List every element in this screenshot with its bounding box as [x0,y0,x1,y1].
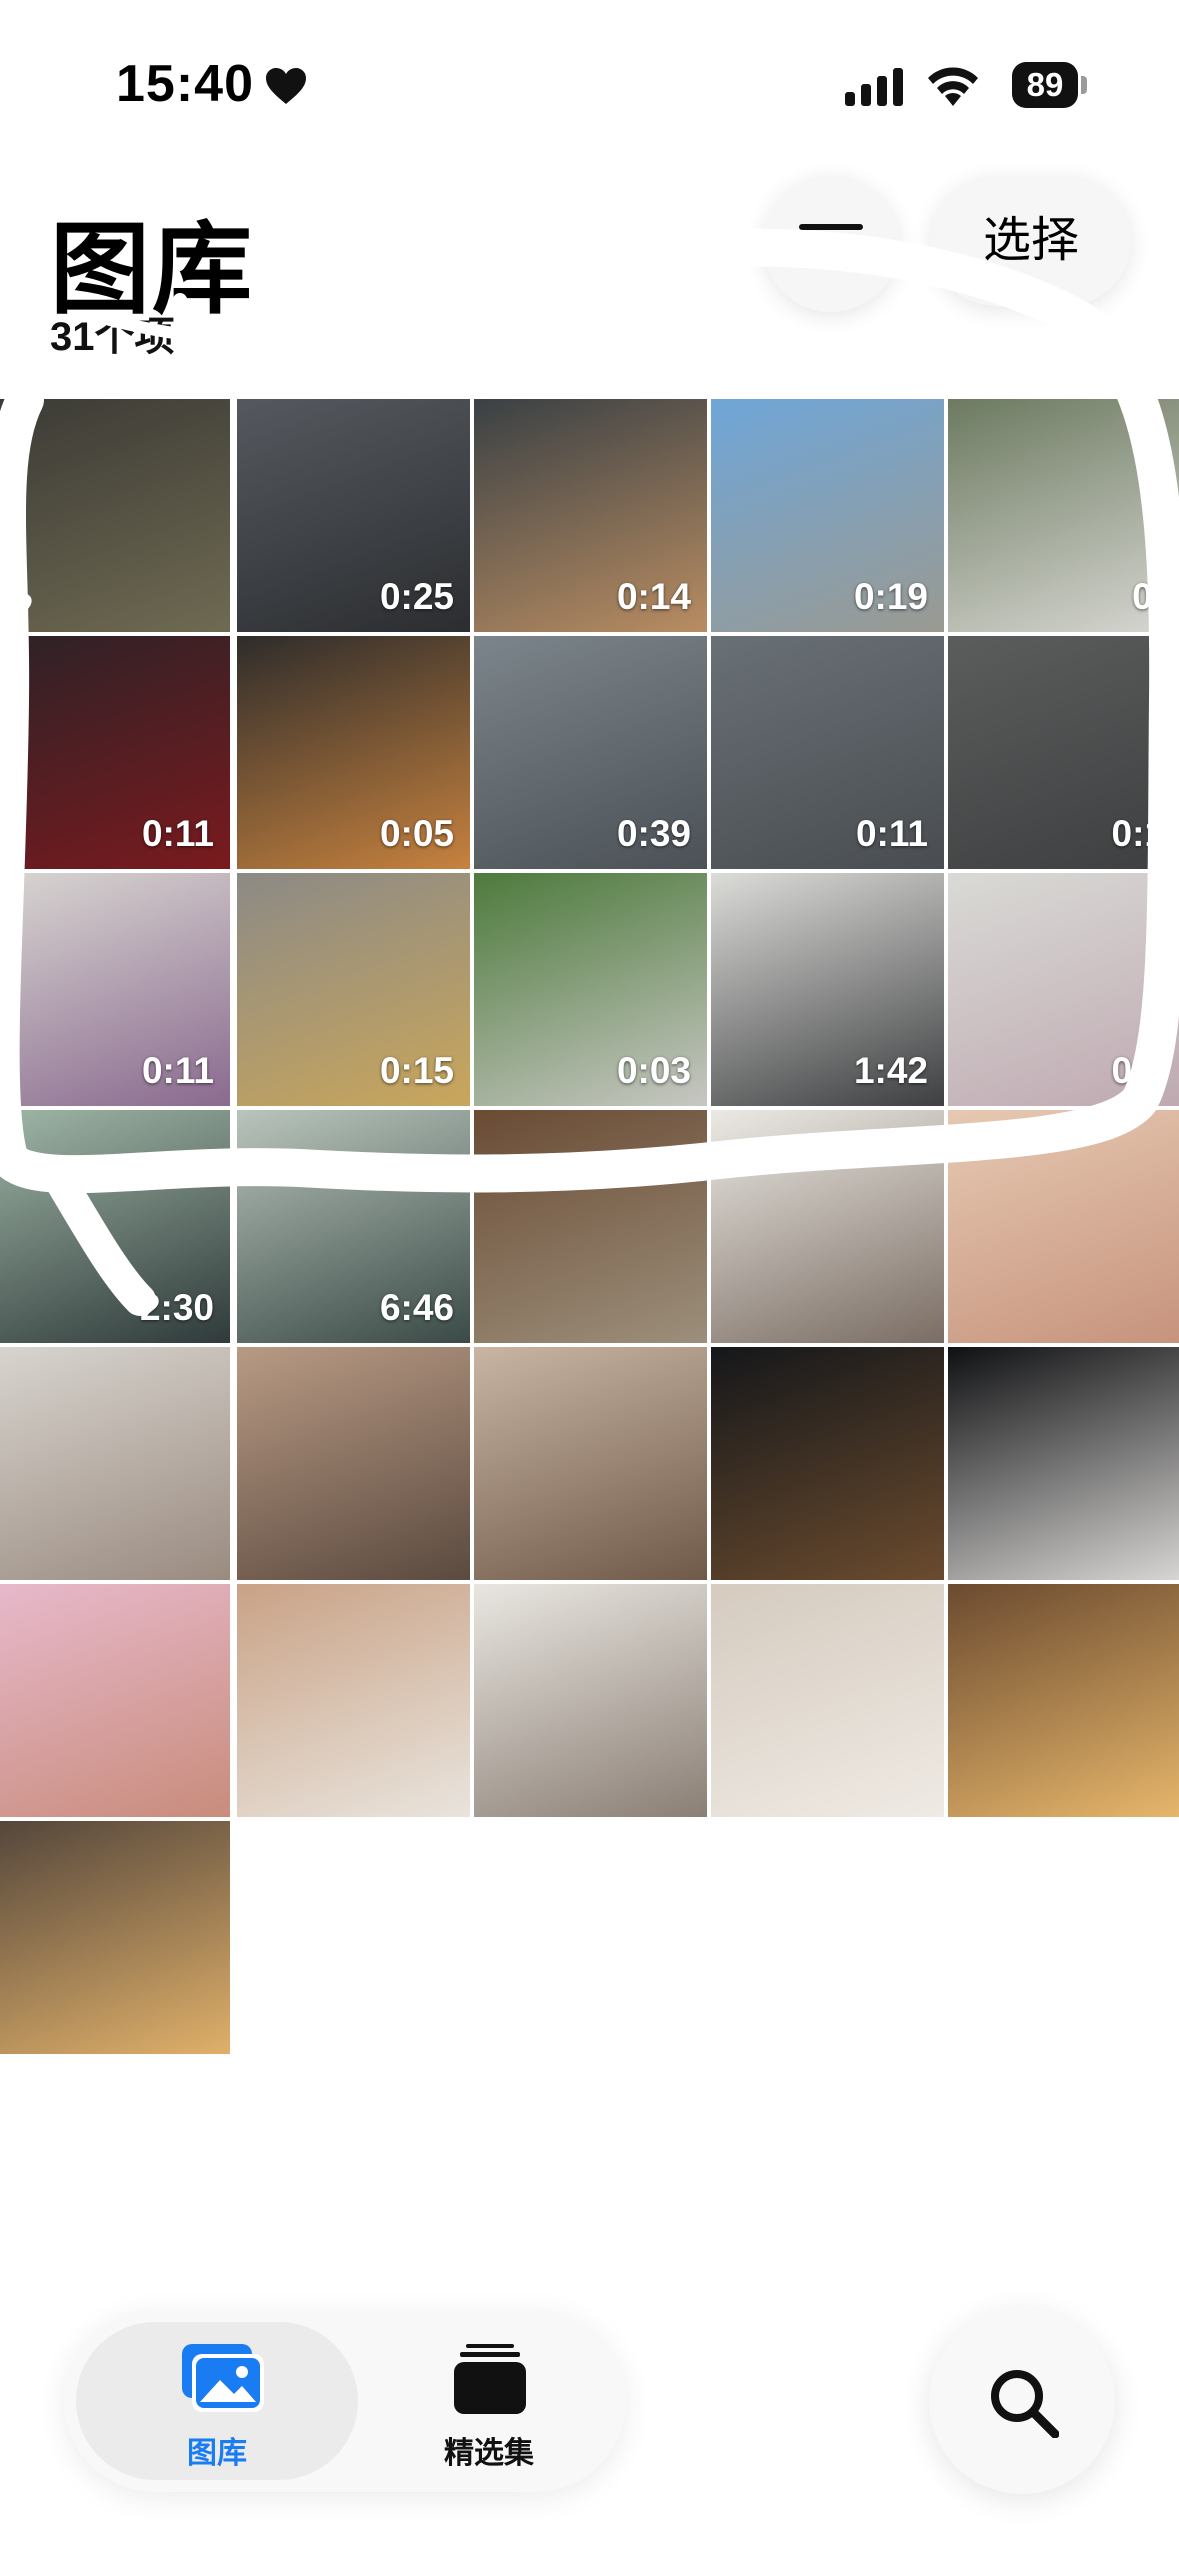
video-thumbnail[interactable]: 1:42 [711,873,944,1106]
photo-thumbnail[interactable] [711,1110,944,1343]
video-duration: 0:15 [379,1050,454,1091]
sort-icon-line [799,224,863,230]
photo-thumbnail[interactable] [948,1347,1179,1580]
tab-bar: 图库 精选集 [64,2310,626,2492]
sort-icon-line [807,240,855,246]
video-thumbnail[interactable]: 0:05 [237,636,470,869]
video-thumbnail[interactable]: 0: [948,399,1179,632]
photo-thumbnail[interactable] [948,1110,1179,1343]
collections-icon [454,2344,526,2414]
video-thumbnail[interactable]: 0:25 [237,399,470,632]
favorite-heart-icon [4,593,32,619]
photo-thumbnail[interactable] [948,1584,1179,1817]
search-icon [991,2370,1059,2438]
photo-thumbnail[interactable] [0,1584,230,1817]
video-thumbnail[interactable]: 0:11 [0,873,230,1106]
video-duration: 0: [1132,576,1165,617]
photo-thumbnail[interactable] [0,1347,230,1580]
photo-thumbnail[interactable] [711,1347,944,1580]
video-duration: 0:14 [616,576,691,617]
photo-library-icon [182,2344,264,2412]
photo-thumbnail[interactable] [474,1110,707,1343]
video-duration: 0:11 [141,1050,214,1091]
tab-library-label: 图库 [187,2437,247,2470]
video-thumbnail[interactable]: 0:11 [711,636,944,869]
video-duration: 0:19 [853,576,928,617]
battery-indicator: 89 [1012,62,1078,108]
video-duration: 2:30 [139,1287,214,1328]
video-duration: 0:11 [141,813,214,854]
video-thumbnail[interactable]: 0:2 [948,873,1179,1106]
photo-thumbnail[interactable] [0,1821,230,2054]
video-thumbnail[interactable]: 2:30 [0,1110,230,1343]
tab-collections-label: 精选集 [444,2437,534,2470]
status-bar: 15:40 89 [0,0,1179,170]
video-thumbnail[interactable]: 0:14 [474,399,707,632]
status-time: 15:40 [116,55,254,113]
video-thumbnail[interactable]: 0:15 [237,873,470,1106]
item-count: 31个项 [50,315,175,359]
video-duration: 0:11 [855,813,928,854]
video-duration: 0:39 [616,813,691,854]
video-thumbnail[interactable]: 0:19 [711,399,944,632]
video-duration: 6:46 [379,1287,454,1328]
select-button[interactable]: 选择 [931,176,1131,306]
heart-icon [266,68,306,104]
wifi-icon [928,67,978,106]
video-duration: 0:2 [1111,1050,1165,1091]
photo-thumbnail[interactable] [237,1584,470,1817]
photo-thumbnail[interactable] [237,1347,470,1580]
video-thumbnail[interactable]: 0:1 [948,636,1179,869]
video-thumbnail[interactable]: 0:03 [474,873,707,1106]
tab-library[interactable]: 图库 [76,2310,358,2492]
video-thumbnail[interactable]: 0:39 [474,636,707,869]
video-duration: 1:42 [853,1050,928,1091]
tab-collections[interactable]: 精选集 [364,2310,614,2492]
photo-thumbnail[interactable] [711,1584,944,1817]
video-duration: 0:25 [379,576,454,617]
cellular-signal-icon [845,68,903,106]
photo-thumbnail[interactable] [0,399,230,632]
battery-tip [1081,76,1087,94]
video-duration: 0:05 [379,813,454,854]
search-button[interactable] [929,2308,1115,2494]
video-duration: 0:03 [616,1050,691,1091]
sort-filter-button[interactable] [763,176,899,312]
photo-thumbnail[interactable] [474,1584,707,1817]
photo-thumbnail[interactable] [474,1347,707,1580]
video-duration: 0:1 [1111,813,1165,854]
video-thumbnail[interactable]: 6:46 [237,1110,470,1343]
video-thumbnail[interactable]: 0:11 [0,636,230,869]
